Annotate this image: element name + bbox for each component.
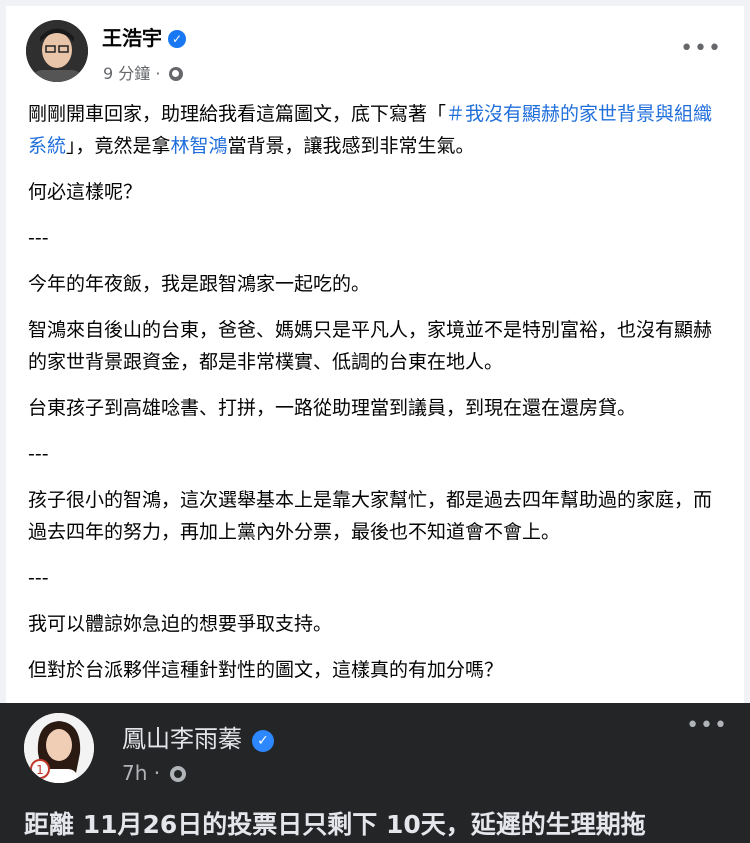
post-card: 王浩宇 ✓ 9 分鐘 · ••• 剛剛開車回家，助理給我看這篇圖文，底下寫著「＃我… [6, 6, 744, 703]
paragraph-8: 但對於台派夥伴這種針對性的圖文，這樣真的有加分嗎？ [28, 659, 504, 681]
candidate-number-badge: 1 [36, 763, 44, 777]
more-options-button[interactable]: ••• [680, 36, 722, 61]
paragraph-1: 剛剛開車回家，助理給我看這篇圖文，底下寫著「＃我沒有顯赫的家世背景與組織系統」，… [28, 98, 728, 162]
shared-author-name-text[interactable]: 鳳山李雨蓁 [122, 725, 242, 753]
p1-text-b: 」，竟然是拿 [66, 135, 171, 157]
paragraph-5: 台東孩子到高雄唸書、打拼，一路從助理當到議員，到現在還在還房貸。 [28, 397, 637, 419]
shared-author-name[interactable]: 鳳山李雨蓁 ✓ [122, 719, 274, 754]
post-body: 剛剛開車回家，助理給我看這篇圖文，底下寫著「＃我沒有顯赫的家世背景與組織系統」，… [28, 98, 728, 700]
author-name-text[interactable]: 王浩宇 [102, 26, 162, 50]
shared-meta-separator: · [153, 761, 161, 785]
paragraph-6: 孩子很小的智鴻，這次選舉基本上是靠大家幫忙，都是過去四年幫助過的家庭，而過去四年… [28, 489, 713, 543]
separator-1: --- [28, 227, 49, 249]
p1-text-a: 剛剛開車回家，助理給我看這篇圖文，底下寫著「 [28, 103, 447, 125]
paragraph-7: 我可以體諒妳急迫的想要爭取支持。 [28, 613, 333, 635]
verified-badge-icon: ✓ [168, 30, 186, 48]
separator-3: --- [28, 567, 49, 589]
author-avatar[interactable] [26, 20, 88, 82]
shared-more-options-button[interactable]: ••• [686, 713, 728, 738]
meta-separator: · [155, 64, 161, 83]
mention-link[interactable]: 林智鴻 [171, 135, 228, 157]
paragraph-2: 何必這樣呢？ [28, 181, 143, 203]
shared-post-time[interactable]: 7h [122, 761, 147, 785]
shared-verified-badge-icon: ✓ [252, 730, 274, 752]
separator-2: --- [28, 443, 49, 465]
shared-author-avatar[interactable]: 1 [24, 713, 94, 783]
shared-post-meta: 7h · [122, 761, 187, 785]
paragraph-3: 今年的年夜飯，我是跟智鴻家一起吃的。 [28, 273, 371, 295]
author-name[interactable]: 王浩宇 ✓ [102, 22, 186, 51]
shared-globe-icon [170, 766, 187, 782]
paragraph-4: 智鴻來自後山的台東，爸爸、媽媽只是平凡人，家境並不是特別富裕，也沒有顯赫的家世背… [28, 319, 713, 373]
globe-icon [168, 67, 183, 81]
shared-post[interactable]: 1 鳳山李雨蓁 ✓ 7h · ••• 距離 11月26日的投票日只剩下 10天，延… [0, 703, 750, 843]
shared-author-photo-icon: 1 [24, 713, 94, 783]
shared-post-text: 距離 11月26日的投票日只剩下 10天，延遲的生理期拖 [24, 810, 646, 839]
author-photo-icon [26, 20, 88, 82]
post-time[interactable]: 9 分鐘 [103, 64, 150, 83]
post-meta: 9 分鐘 · [103, 60, 183, 84]
p1-text-c: 當背景，讓我感到非常生氣。 [227, 135, 475, 157]
